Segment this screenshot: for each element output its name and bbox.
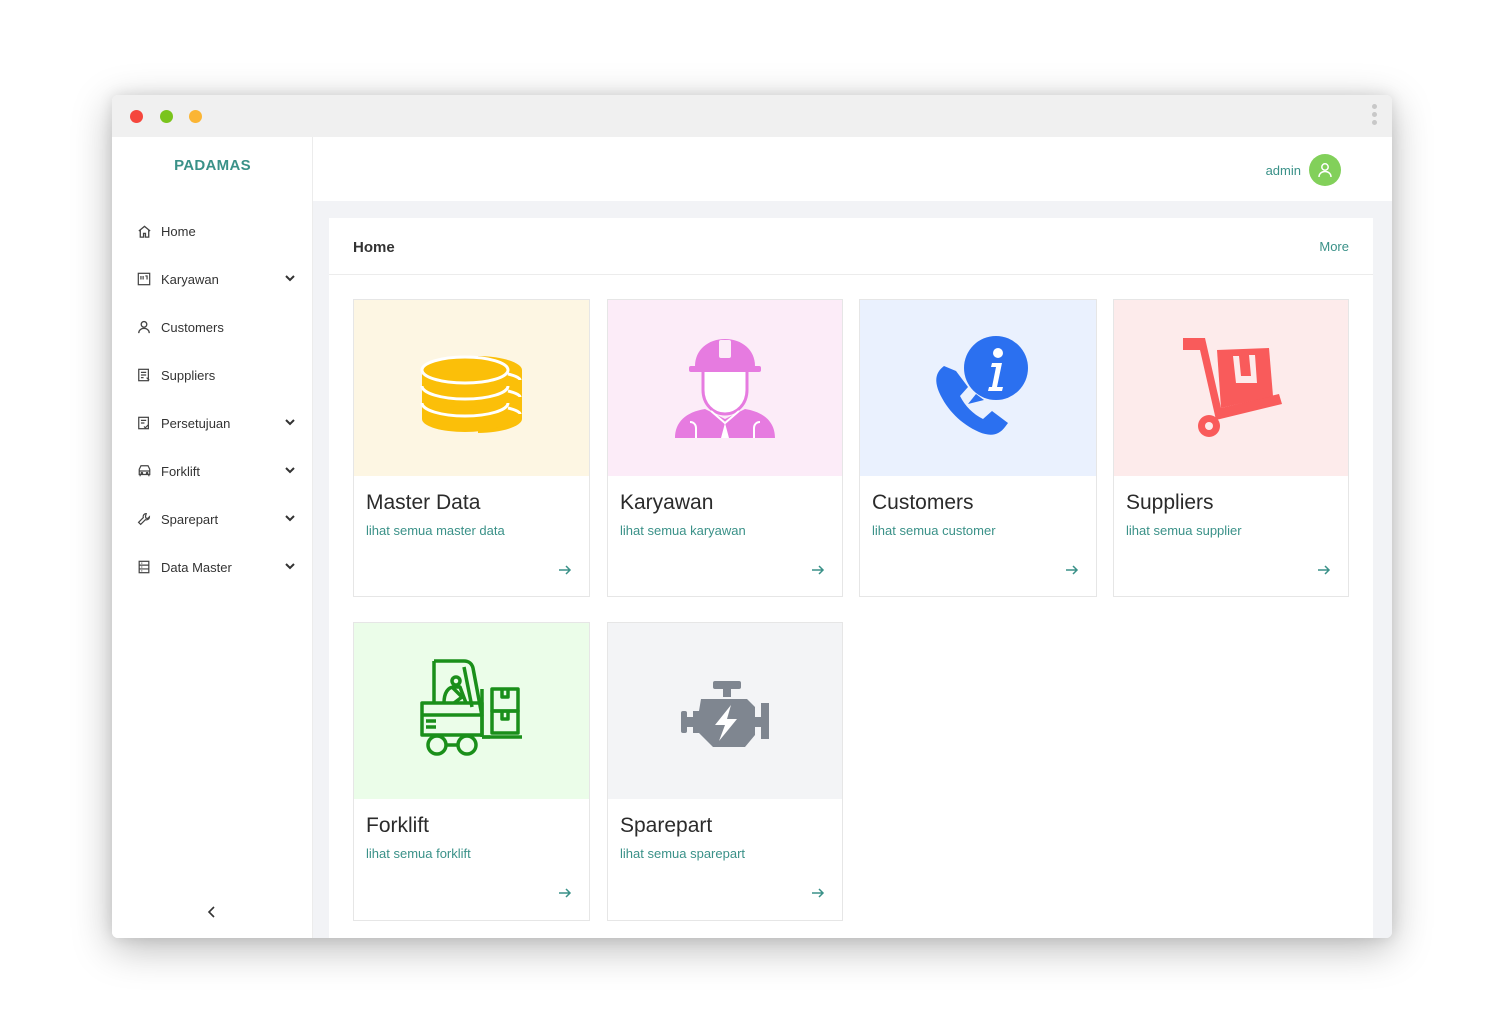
card-master-data[interactable]: Master Data lihat semua master data — [353, 299, 590, 597]
card-title: Sparepart — [620, 814, 713, 837]
phone-info-icon — [936, 336, 1028, 435]
user-menu[interactable]: admin — [1266, 154, 1341, 186]
card-forklift[interactable]: Forklift lihat semua forklift — [353, 622, 590, 921]
brand-logo[interactable]: PADAMAS — [112, 157, 313, 174]
sidebar-item-suppliers[interactable]: Suppliers — [112, 351, 313, 399]
chevron-down-icon[interactable] — [283, 463, 297, 477]
sidebar-item-persetujuan[interactable]: Persetujuan — [112, 399, 313, 447]
minimize-window-button[interactable] — [189, 110, 202, 123]
card-customers[interactable]: Customers lihat semua customer — [859, 299, 1097, 597]
arrow-right-icon[interactable] — [557, 885, 573, 901]
sidebar-item-customers[interactable]: Customers — [112, 303, 313, 351]
forklift-icon — [419, 659, 522, 756]
card-hero — [608, 300, 842, 476]
top-header: admin — [313, 137, 1392, 201]
arrow-right-icon[interactable] — [1064, 562, 1080, 578]
collapse-sidebar-button[interactable] — [202, 902, 222, 922]
hand-truck-icon — [1183, 338, 1282, 437]
card-subtitle[interactable]: lihat semua forklift — [366, 846, 471, 861]
chevron-left-icon — [207, 906, 215, 918]
database-icon — [136, 559, 152, 575]
card-subtitle[interactable]: lihat semua customer — [872, 523, 996, 538]
card-subtitle[interactable]: lihat semua master data — [366, 523, 505, 538]
window-titlebar — [112, 95, 1392, 137]
close-window-button[interactable] — [130, 110, 143, 123]
card-sparepart[interactable]: Sparepart lihat semua sparepart — [607, 622, 843, 921]
chevron-down-icon[interactable] — [283, 559, 297, 573]
arrow-right-icon[interactable] — [557, 562, 573, 578]
main-content: admin Home More Master Data lihat semua … — [313, 137, 1392, 938]
home-panel: Home More Master Data lihat semua master… — [329, 218, 1373, 938]
vehicle-icon — [136, 463, 152, 479]
card-hero — [1114, 300, 1348, 476]
card-title: Suppliers — [1126, 491, 1214, 514]
card-suppliers[interactable]: Suppliers lihat semua supplier — [1113, 299, 1349, 597]
engine-icon — [681, 681, 769, 747]
sidebar-item-sparepart[interactable]: Sparepart — [112, 495, 313, 543]
arrow-right-icon[interactable] — [810, 562, 826, 578]
card-hero — [354, 300, 589, 476]
chevron-down-icon[interactable] — [283, 511, 297, 525]
user-avatar-icon — [1318, 163, 1332, 178]
panel-header: Home More — [329, 218, 1373, 275]
document-icon — [136, 367, 152, 383]
sidebar-item-label: Customers — [161, 319, 224, 335]
maximize-window-button[interactable] — [160, 110, 173, 123]
sidebar-menu: Home Karyawan Customers Suppliers Perset… — [112, 207, 313, 591]
user-icon — [136, 319, 152, 335]
sidebar-item-label: Home — [161, 223, 196, 239]
approval-doc-icon — [136, 415, 152, 431]
card-title: Karyawan — [620, 491, 714, 514]
browser-window: PADAMAS Home Karyawan Customers Supplier… — [112, 95, 1392, 938]
page-title: Home — [353, 239, 395, 256]
sidebar-item-home[interactable]: Home — [112, 207, 313, 255]
sidebar-item-karyawan[interactable]: Karyawan — [112, 255, 313, 303]
user-name: admin — [1265, 162, 1301, 178]
home-icon — [136, 223, 152, 239]
avatar[interactable] — [1309, 154, 1341, 186]
id-card-icon — [136, 271, 152, 287]
arrow-right-icon[interactable] — [1316, 562, 1332, 578]
sidebar: PADAMAS Home Karyawan Customers Supplier… — [112, 137, 313, 938]
card-hero — [608, 623, 842, 799]
sidebar-item-label: Karyawan — [161, 271, 219, 287]
card-subtitle[interactable]: lihat semua karyawan — [620, 523, 746, 538]
card-hero — [860, 300, 1096, 476]
worker-icon — [675, 339, 775, 438]
card-subtitle[interactable]: lihat semua supplier — [1126, 523, 1242, 538]
card-title: Forklift — [366, 814, 429, 837]
wrench-icon — [136, 511, 152, 527]
card-title: Master Data — [366, 491, 481, 514]
sidebar-item-label: Suppliers — [161, 367, 216, 383]
sidebar-item-label: Sparepart — [161, 511, 219, 527]
card-subtitle[interactable]: lihat semua sparepart — [620, 846, 745, 861]
sidebar-item-label: Persetujuan — [161, 415, 231, 431]
arrow-right-icon[interactable] — [810, 885, 826, 901]
chevron-down-icon[interactable] — [283, 271, 297, 285]
card-hero — [354, 623, 589, 799]
sidebar-item-label: Data Master — [161, 559, 232, 575]
sidebar-item-label: Forklift — [161, 463, 200, 479]
chevron-down-icon[interactable] — [283, 415, 297, 429]
kebab-menu-icon[interactable] — [1368, 104, 1380, 130]
card-karyawan[interactable]: Karyawan lihat semua karyawan — [607, 299, 843, 597]
more-link[interactable]: More — [1319, 239, 1349, 254]
card-title: Customers — [872, 491, 974, 514]
database-stack-icon — [420, 355, 522, 433]
sidebar-item-data-master[interactable]: Data Master — [112, 543, 313, 591]
sidebar-item-forklift[interactable]: Forklift — [112, 447, 313, 495]
